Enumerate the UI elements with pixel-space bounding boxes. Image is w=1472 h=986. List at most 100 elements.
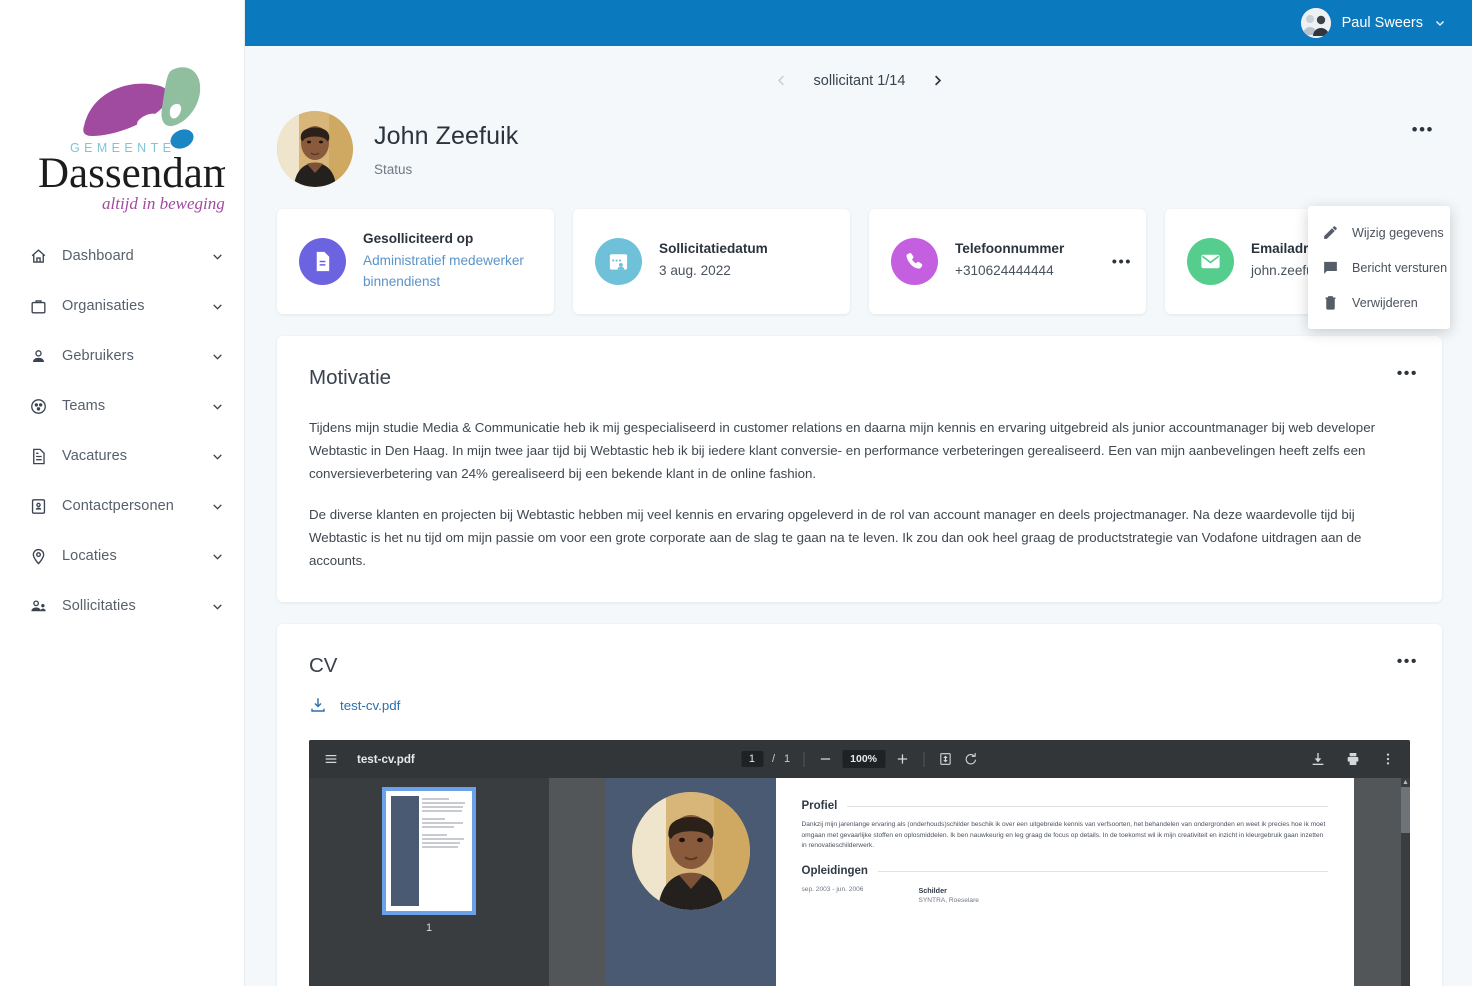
pdf-page: Profiel Dankzij mijn jarenlange ervaring… (605, 778, 1354, 986)
svg-text:altijd in beweging: altijd in beweging (102, 194, 225, 213)
sidebar-item-teams[interactable]: Teams (0, 381, 244, 431)
cv-doc-sidebar (605, 778, 776, 986)
cv-heading-text: Opleidingen (801, 865, 868, 878)
sidebar-item-dashboard[interactable]: Dashboard (0, 231, 244, 281)
chevron-down-icon[interactable] (211, 350, 224, 363)
pager-label: sollicitant 1/14 (813, 72, 906, 89)
avatar (1300, 8, 1331, 38)
profile-header: John Zeefuik Status ••• (277, 105, 1442, 209)
pdf-document-name: test-cv.pdf (357, 752, 415, 766)
chevron-down-icon[interactable] (211, 400, 224, 413)
fit-page-icon[interactable] (937, 751, 953, 767)
sidebar-item-label: Contactpersonen (62, 498, 174, 514)
cv-education-role: Schilder (918, 886, 947, 896)
sidebar-item-sollicitaties[interactable]: Sollicitaties (0, 581, 244, 631)
pdf-page-input[interactable]: 1 (740, 751, 763, 767)
pager-next-button[interactable] (927, 70, 948, 91)
chevron-down-icon[interactable] (211, 500, 224, 513)
pdf-page-area: Profiel Dankzij mijn jarenlange ervaring… (549, 778, 1410, 986)
card-body: Sollicitatiedatum 3 aug. 2022 (659, 241, 768, 281)
pdf-thumbnail-panel: 1 (309, 778, 549, 986)
pager-prev-button[interactable] (771, 70, 792, 91)
motivatie-panel: Motivatie ••• Tijdens mijn studie Media … (277, 336, 1442, 602)
chevron-down-icon[interactable] (211, 550, 224, 563)
pdf-toolbar: test-cv.pdf 1 / 1 100% (309, 740, 1410, 778)
cv-file-link[interactable]: test-cv.pdf (309, 696, 1410, 714)
menu-item-label: Wijzig gegevens (1352, 225, 1444, 240)
menu-item-wijzig-gegevens[interactable]: Wijzig gegevens (1308, 215, 1450, 250)
thumbnail-line (422, 834, 447, 836)
cv-panel: CV ••• test-cv.pdf test-cv.pdf 1 / 1 100… (277, 624, 1442, 986)
thumbnail-line (422, 810, 462, 812)
sidebar-nav: Dashboard Organisaties Gebruikers Teams … (0, 231, 244, 631)
card-telefoonnummer: Telefoonnummer +310624444444 ••• (869, 209, 1146, 314)
cv-education-date: sep. 2003 - jun. 2006 (801, 886, 864, 894)
applicant-pager: sollicitant 1/14 (277, 46, 1442, 105)
document-icon (28, 446, 48, 466)
sidebar-item-vacatures[interactable]: Vacatures (0, 431, 244, 481)
rotate-icon[interactable] (962, 751, 978, 767)
pdf-toolbar-center: 1 / 1 100% (740, 750, 978, 768)
card-title: Sollicitatiedatum (659, 241, 768, 257)
pdf-viewer: test-cv.pdf 1 / 1 100% 1 Profiel Dankzij… (309, 740, 1410, 986)
cv-more-button[interactable]: ••• (1397, 654, 1418, 670)
user-menu-button[interactable]: Paul Sweers (1300, 8, 1446, 38)
chevron-down-icon[interactable] (211, 600, 224, 613)
sidebar-item-locaties[interactable]: Locaties (0, 531, 244, 581)
chevron-down-icon[interactable] (211, 300, 224, 313)
pencil-icon (1322, 224, 1339, 241)
pdf-scrollbar[interactable]: ▲ (1401, 778, 1410, 986)
sidebar-item-label: Vacatures (62, 448, 128, 464)
pdf-page-separator: / (771, 753, 776, 765)
applicant-avatar (277, 111, 353, 187)
card-value[interactable]: Administratief medewerker binnendienst (363, 251, 538, 292)
cv-profiel-text: Dankzij mijn jarenlange ervaring als (on… (801, 821, 1326, 850)
phone-icon (891, 238, 938, 285)
minus-icon[interactable] (817, 751, 833, 767)
thumbnail-line (422, 802, 465, 804)
menu-item-verwijderen[interactable]: Verwijderen (1308, 285, 1450, 320)
logo-wrapper: GEMEENTE Dassendam altijd in beweging (0, 0, 244, 217)
download-icon (309, 696, 327, 714)
profile-more-button[interactable]: ••• (1406, 117, 1440, 142)
sidebar-item-gebruikers[interactable]: Gebruikers (0, 331, 244, 381)
motivatie-paragraph: De diverse klanten en projecten bij Webt… (309, 507, 1362, 568)
card-body: Telefoonnummer +310624444444 (955, 241, 1064, 281)
profile-text: John Zeefuik Status (374, 122, 518, 177)
info-cards: Gesolliciteerd op Administratief medewer… (277, 209, 1442, 336)
thumbnail-line (422, 842, 461, 844)
pdf-scrollbar-thumb[interactable] (1401, 787, 1410, 833)
sidebar-item-contactpersonen[interactable]: Contactpersonen (0, 481, 244, 531)
hamburger-icon[interactable] (323, 751, 339, 767)
thumbnail-line (422, 818, 445, 820)
pdf-thumbnail-page-1[interactable] (382, 787, 476, 915)
scroll-up-arrow[interactable]: ▲ (1401, 778, 1410, 787)
card-more-button[interactable]: ••• (1112, 254, 1132, 269)
print-icon[interactable] (1345, 751, 1361, 767)
menu-item-bericht-versturen[interactable]: Bericht versturen (1308, 250, 1450, 285)
card-sollicitatiedatum: Sollicitatiedatum 3 aug. 2022 (573, 209, 850, 314)
top-header-bar: Paul Sweers (245, 0, 1472, 46)
plus-icon[interactable] (894, 751, 910, 767)
thumbnail-line (422, 798, 449, 800)
card-body: Gesolliciteerd op Administratief medewer… (363, 231, 538, 292)
sidebar-item-label: Locaties (62, 548, 117, 564)
sidebar-item-organisaties[interactable]: Organisaties (0, 281, 244, 331)
chevron-down-icon[interactable] (211, 450, 224, 463)
cv-education-school: SYNTRA, Roeselare (918, 897, 979, 905)
motivatie-more-button[interactable]: ••• (1397, 366, 1418, 382)
cv-education-entry: sep. 2003 - jun. 2006 Schilder SYNTRA, R… (802, 886, 1328, 904)
pdf-toolbar-right (1310, 751, 1396, 767)
pdf-zoom-level[interactable]: 100% (842, 750, 886, 768)
heading-rule (847, 805, 1328, 807)
thumbnail-line (422, 846, 458, 848)
more-vertical-icon[interactable] (1380, 751, 1396, 767)
sidebar-item-label: Dashboard (62, 248, 134, 264)
chevron-down-icon[interactable] (1434, 17, 1446, 29)
context-menu: Wijzig gegevens Bericht versturen Verwij… (1308, 206, 1450, 329)
panel-title: Motivatie (309, 366, 392, 389)
chevron-down-icon[interactable] (211, 250, 224, 263)
download-icon[interactable] (1310, 751, 1326, 767)
panel-title: CV (309, 654, 338, 677)
pdf-stage: 1 Profiel Dankzij mijn jarenlange ervari… (309, 778, 1410, 986)
